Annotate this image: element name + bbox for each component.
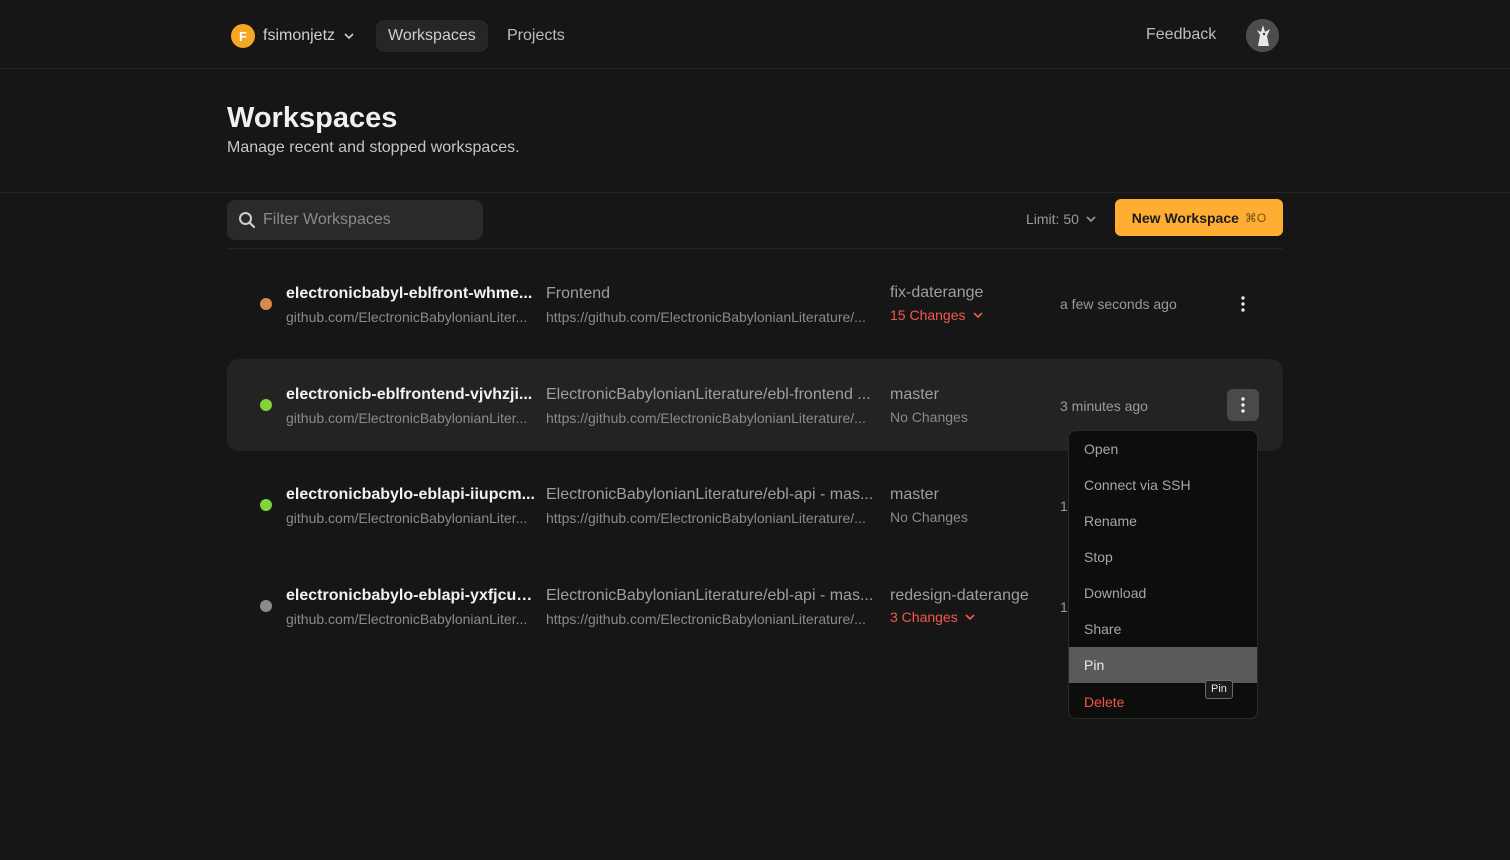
search-input[interactable] bbox=[263, 211, 473, 229]
search-icon bbox=[239, 212, 256, 229]
user-avatar[interactable] bbox=[1246, 19, 1279, 52]
context-menu: Open Connect via SSH Rename Stop Downloa… bbox=[1068, 430, 1258, 719]
org-avatar: F bbox=[231, 24, 255, 48]
more-options-button[interactable] bbox=[1227, 389, 1259, 421]
page-title: Workspaces bbox=[227, 102, 398, 134]
menu-item-pin[interactable]: Pin bbox=[1069, 647, 1257, 683]
workspace-time: a few seconds ago bbox=[1060, 296, 1177, 312]
workspace-repo: github.com/ElectronicBabylonianLiter... bbox=[286, 309, 528, 325]
status-dot-icon bbox=[260, 399, 272, 411]
workspace-context-url[interactable]: https://github.com/ElectronicBabylonianL… bbox=[546, 611, 882, 627]
changes-toggle[interactable]: 3 Changes bbox=[890, 609, 1050, 625]
more-options-button[interactable] bbox=[1227, 288, 1259, 320]
workspace-context: ElectronicBabylonianLiterature/ebl-api -… bbox=[546, 587, 874, 604]
pin-tooltip: Pin bbox=[1205, 680, 1233, 699]
workspace-context-url[interactable]: https://github.com/ElectronicBabylonianL… bbox=[546, 510, 882, 526]
menu-item-share[interactable]: Share bbox=[1069, 611, 1257, 647]
workspace-branch: master bbox=[890, 486, 939, 503]
workspace-branch: redesign-daterange bbox=[890, 587, 1029, 604]
changes-toggle[interactable]: 15 Changes bbox=[890, 307, 1050, 323]
new-workspace-label: New Workspace bbox=[1131, 209, 1239, 226]
tab-projects[interactable]: Projects bbox=[495, 20, 577, 52]
tab-workspaces[interactable]: Workspaces bbox=[376, 20, 488, 52]
changes-label: 3 Changes bbox=[890, 609, 958, 625]
search-box[interactable] bbox=[227, 200, 483, 240]
status-dot-icon bbox=[260, 600, 272, 612]
feedback-link[interactable]: Feedback bbox=[1146, 26, 1216, 44]
chevron-down-icon bbox=[972, 312, 983, 319]
menu-item-connect-ssh[interactable]: Connect via SSH bbox=[1069, 467, 1257, 503]
workspace-context: ElectronicBabylonianLiterature/ebl-api -… bbox=[546, 486, 874, 503]
limit-label: Limit: 50 bbox=[1026, 211, 1079, 227]
workspace-name[interactable]: electronicbabylo-eblapi-yxfjcu5... bbox=[286, 587, 538, 605]
menu-item-open[interactable]: Open bbox=[1069, 431, 1257, 467]
avatar-image-icon bbox=[1246, 19, 1279, 52]
chevron-down-icon bbox=[1086, 216, 1096, 223]
limit-select[interactable]: Limit: 50 bbox=[1026, 211, 1097, 227]
workspace-context-url[interactable]: https://github.com/ElectronicBabylonianL… bbox=[546, 410, 882, 426]
workspace-branch: master bbox=[890, 386, 939, 403]
org-switcher[interactable]: F fsimonjetz bbox=[231, 24, 355, 48]
top-nav: F fsimonjetz Workspaces Projects Feedbac… bbox=[0, 0, 1510, 69]
chevron-down-icon bbox=[965, 614, 975, 621]
page-subtitle: Manage recent and stopped workspaces. bbox=[227, 139, 520, 156]
toolbar-divider bbox=[227, 248, 1283, 249]
workspace-repo: github.com/ElectronicBabylonianLiter... bbox=[286, 410, 528, 426]
workspace-name[interactable]: electronicbabylo-eblapi-iiupcm... bbox=[286, 486, 538, 504]
workspace-branch: fix-daterange bbox=[890, 284, 984, 301]
changes-label: No Changes bbox=[890, 509, 968, 525]
workspace-row[interactable]: electronicbabyl-eblfront-whme... github.… bbox=[227, 258, 1283, 350]
more-vertical-icon bbox=[1241, 397, 1245, 413]
header-divider bbox=[0, 192, 1510, 193]
more-vertical-icon bbox=[1241, 296, 1245, 312]
chevron-down-icon bbox=[344, 33, 354, 40]
changes-status: No Changes bbox=[890, 409, 1050, 425]
org-name: fsimonjetz bbox=[263, 27, 336, 44]
workspace-name[interactable]: electronicbabyl-eblfront-whme... bbox=[286, 285, 538, 303]
workspace-context: ElectronicBabylonianLiterature/ebl-front… bbox=[546, 386, 871, 403]
workspace-repo: github.com/ElectronicBabylonianLiter... bbox=[286, 510, 528, 526]
new-workspace-button[interactable]: New Workspace ⌘O bbox=[1115, 199, 1283, 236]
workspace-context: Frontend bbox=[546, 285, 611, 302]
workspace-repo: github.com/ElectronicBabylonianLiter... bbox=[286, 611, 528, 627]
workspace-time: 3 minutes ago bbox=[1060, 398, 1148, 414]
menu-item-stop[interactable]: Stop bbox=[1069, 539, 1257, 575]
status-dot-icon bbox=[260, 499, 272, 511]
status-dot-icon bbox=[260, 298, 272, 310]
changes-label: 15 Changes bbox=[890, 307, 966, 323]
workspace-name[interactable]: electronicb-eblfrontend-vjvhzji... bbox=[286, 386, 538, 404]
shortcut-hint: ⌘O bbox=[1244, 210, 1267, 225]
changes-label: No Changes bbox=[890, 409, 968, 425]
menu-item-download[interactable]: Download bbox=[1069, 575, 1257, 611]
menu-item-rename[interactable]: Rename bbox=[1069, 503, 1257, 539]
changes-status: No Changes bbox=[890, 509, 1050, 525]
workspace-context-url[interactable]: https://github.com/ElectronicBabylonianL… bbox=[546, 309, 882, 325]
